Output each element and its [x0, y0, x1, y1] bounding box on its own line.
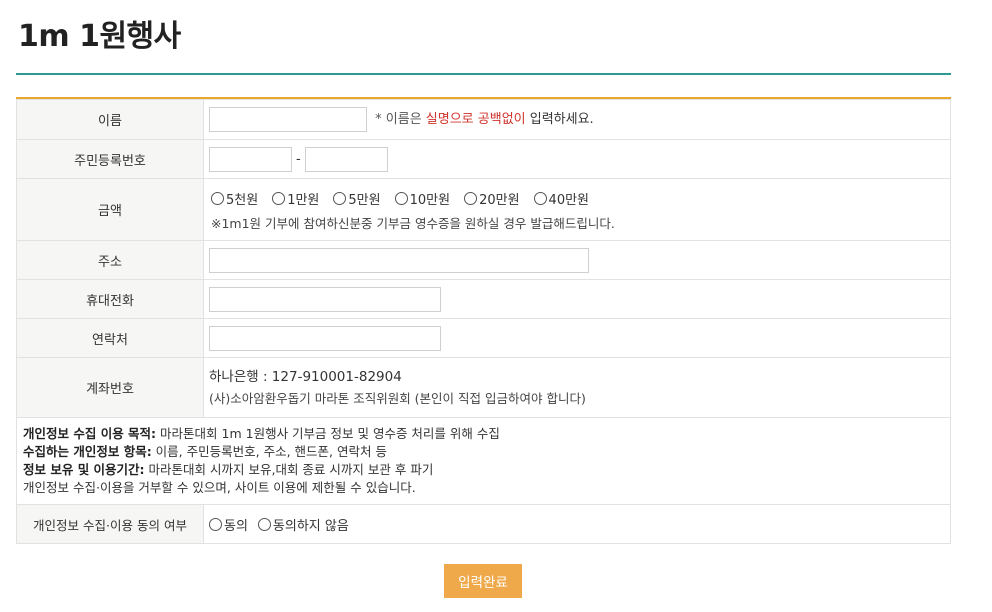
name-hint-prefix: * 이름은: [375, 112, 426, 127]
name-input[interactable]: [209, 107, 367, 132]
mobile-field-cell: [203, 279, 951, 319]
amount-option-5k[interactable]: 5천원: [211, 189, 258, 208]
title-divider: [16, 73, 951, 75]
name-label: 이름: [16, 99, 204, 140]
amount-option-50k[interactable]: 5만원: [333, 189, 381, 208]
rrn-label: 주민등록번호: [16, 139, 204, 179]
name-row: 이름 * 이름은 실명으로 공백없이 입력하세요.: [16, 99, 951, 140]
address-field-cell: [203, 240, 951, 280]
name-hint-suffix: 입력하세요.: [525, 112, 594, 127]
mobile-input[interactable]: [209, 286, 441, 312]
rrn-second-input[interactable]: [304, 146, 388, 172]
account-holder: (사)소아암환우돕기 마라톤 조직위원회 (본인이 직접 입금하여야 합니다): [209, 390, 586, 406]
amount-option-10k[interactable]: 1만원: [272, 189, 319, 208]
account-number: 하나은행 : 127-910001-82904: [209, 368, 402, 385]
radio-icon[interactable]: [333, 192, 347, 205]
amount-receipt-note: ※1m1원 기부에 참여하신분중 기부금 영수증을 원하실 경우 발급해드립니다…: [211, 215, 615, 231]
amount-options: 5천원 1만원 5만원 10만원 20만원 40만원: [211, 188, 945, 210]
address-row: 주소: [16, 240, 951, 280]
contact-input[interactable]: [209, 325, 441, 351]
privacy-notice-row: 개인정보 수집 이용 목적: 마라톤대회 1m 1원행사 기부금 정보 및 영수…: [16, 417, 951, 505]
consent-disagree-option[interactable]: 동의하지 않음: [257, 515, 349, 534]
submit-button[interactable]: 입력완료: [444, 564, 522, 598]
radio-icon[interactable]: [394, 192, 408, 205]
form-table: 이름 * 이름은 실명으로 공백없이 입력하세요. 주민등록번호 - 금액 5천…: [16, 99, 951, 544]
radio-icon[interactable]: [272, 192, 286, 205]
account-row: 계좌번호 하나은행 : 127-910001-82904 (사)소아암환우돕기 …: [16, 357, 951, 418]
consent-agree-option[interactable]: 동의: [209, 515, 248, 534]
rrn-row: 주민등록번호 -: [16, 139, 951, 179]
radio-icon[interactable]: [464, 192, 478, 205]
account-label: 계좌번호: [16, 357, 204, 418]
address-input[interactable]: [209, 247, 589, 273]
page-title: 1m 1원행사: [18, 19, 181, 54]
rrn-first-input[interactable]: [209, 146, 292, 172]
contact-field-cell: [203, 318, 951, 358]
amount-option-100k[interactable]: 10만원: [394, 189, 450, 208]
amount-field-cell: 5천원 1만원 5만원 10만원 20만원 40만원 ※1m1원 기부에 참여하…: [203, 178, 951, 241]
contact-row: 연락처: [16, 318, 951, 358]
privacy-period: 정보 보유 및 이용기간: 마라톤대회 시까지 보유,대회 종료 시까지 보관 …: [23, 462, 434, 477]
address-label: 주소: [16, 240, 204, 280]
contact-label: 연락처: [16, 318, 204, 358]
consent-row: 개인정보 수집·이용 동의 여부 동의 동의하지 않음: [16, 504, 951, 544]
donation-form: 이름 * 이름은 실명으로 공백없이 입력하세요. 주민등록번호 - 금액 5천…: [16, 97, 951, 544]
amount-label: 금액: [16, 178, 204, 241]
consent-field-cell: 동의 동의하지 않음: [203, 504, 951, 544]
privacy-notice: 개인정보 수집 이용 목적: 마라톤대회 1m 1원행사 기부금 정보 및 영수…: [16, 417, 951, 505]
privacy-purpose: 개인정보 수집 이용 목적: 마라톤대회 1m 1원행사 기부금 정보 및 영수…: [23, 426, 500, 441]
consent-options: 동의 동의하지 않음: [209, 513, 945, 535]
privacy-items: 수집하는 개인정보 항목: 이름, 주민등록번호, 주소, 핸드폰, 연락처 등: [23, 444, 387, 459]
amount-row: 금액 5천원 1만원 5만원 10만원 20만원 40만원 ※1m1원 기부에 …: [16, 178, 951, 241]
radio-icon[interactable]: [533, 192, 547, 205]
rrn-field-cell: -: [203, 139, 951, 179]
radio-icon[interactable]: [209, 517, 222, 531]
privacy-refuse: 개인정보 수집·이용을 거부할 수 있으며, 사이트 이용에 제한될 수 있습니…: [23, 480, 416, 495]
account-field-cell: 하나은행 : 127-910001-82904 (사)소아암환우돕기 마라톤 조…: [203, 357, 951, 418]
consent-label: 개인정보 수집·이용 동의 여부: [16, 504, 204, 544]
amount-option-400k[interactable]: 40만원: [533, 189, 589, 208]
amount-option-200k[interactable]: 20만원: [464, 189, 520, 208]
name-field-cell: * 이름은 실명으로 공백없이 입력하세요.: [203, 99, 951, 140]
name-hint-emphasis: 실명으로 공백없이: [425, 112, 526, 127]
mobile-row: 휴대전화: [16, 279, 951, 319]
mobile-label: 휴대전화: [16, 279, 204, 319]
rrn-separator: -: [296, 151, 301, 167]
radio-icon[interactable]: [257, 517, 271, 531]
radio-icon[interactable]: [211, 192, 224, 205]
